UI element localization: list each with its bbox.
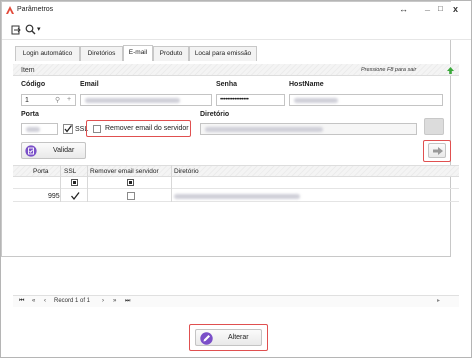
email-label: Email <box>80 81 99 88</box>
tab-login-automatico[interactable]: Login automático <box>15 46 80 61</box>
grid-divider <box>171 165 172 202</box>
hostname-field[interactable] <box>289 94 443 106</box>
next-record-icon[interactable]: › <box>102 298 104 304</box>
row-porta-cell: 995 <box>48 193 60 200</box>
restore-icon[interactable]: ↔ <box>399 4 408 14</box>
senha-label: Senha <box>216 81 238 88</box>
maximize-icon[interactable]: □ <box>438 4 443 13</box>
close-icon[interactable]: x <box>453 4 458 14</box>
prev-record-icon[interactable]: ‹ <box>44 298 46 304</box>
record-indicator: Record 1 of 1 <box>54 298 91 304</box>
col-diretorio-header[interactable]: Diretório <box>174 168 199 175</box>
codigo-label: Código <box>21 81 46 88</box>
tab-diretorios[interactable]: Diretórios <box>80 46 123 61</box>
ssl-filter-indeterminate <box>73 181 76 184</box>
validate-icon <box>25 145 37 157</box>
ssl-check-icon <box>63 124 73 134</box>
email-field[interactable] <box>80 94 212 106</box>
remover-checkbox[interactable] <box>93 125 101 133</box>
arrow-right-icon <box>433 147 443 155</box>
validar-button[interactable]: Validar <box>21 142 86 159</box>
ssl-checkbox[interactable] <box>63 124 73 134</box>
ssl-filter-checkbox[interactable] <box>71 179 78 186</box>
grid-filter-row <box>13 177 459 189</box>
minimize-icon[interactable]: _ <box>425 2 430 12</box>
row-remover-checkbox[interactable] <box>127 192 135 200</box>
first-record-icon[interactable]: ⏮ <box>19 298 24 305</box>
search-small-icon[interactable]: ⚲ <box>55 96 60 104</box>
senha-value: •••••••••••••••• <box>220 96 249 103</box>
codigo-value: 1 <box>25 97 29 104</box>
email-redacted <box>85 98 180 103</box>
add-icon[interactable]: + <box>67 96 71 103</box>
row-diretorio-redacted <box>174 194 300 199</box>
diretorio-field[interactable] <box>200 123 417 135</box>
hostname-redacted <box>294 98 338 103</box>
diretorio-label: Diretório <box>200 111 230 118</box>
app-logo-icon <box>6 6 14 14</box>
search-icon[interactable] <box>25 24 36 35</box>
item-section-title: Item <box>21 67 35 74</box>
grid-divider <box>60 165 61 202</box>
col-ssl-header[interactable]: SSL <box>64 168 76 175</box>
tab-email[interactable]: E-mail <box>123 45 153 61</box>
window-title: Parâmetros <box>17 6 54 13</box>
tab-produto[interactable]: Produto <box>153 46 189 61</box>
next-page-icon[interactable]: » <box>113 298 116 304</box>
collapse-arrow-icon[interactable] <box>446 66 455 75</box>
alterar-button[interactable]: Alterar <box>195 329 262 346</box>
validar-label: Validar <box>53 147 75 154</box>
senha-field[interactable]: •••••••••••••••• <box>216 94 285 106</box>
parametros-window: Parâmetros ↔ _ □ x ▾ Login automático Di… <box>0 0 472 358</box>
edit-icon <box>200 332 213 345</box>
porta-label: Porta <box>21 111 39 118</box>
remover-filter-indeterminate <box>129 181 132 184</box>
codigo-field[interactable]: 1 ⚲ + <box>21 94 76 106</box>
toolbar <box>2 20 471 40</box>
last-record-icon[interactable]: ⏭ <box>125 298 130 305</box>
tab-local-emissao[interactable]: Local para emissão <box>189 46 257 61</box>
porta-redacted <box>26 127 40 132</box>
diretorio-redacted <box>205 127 323 132</box>
browse-directory-button[interactable] <box>424 118 444 135</box>
row-diretorio-cell <box>174 192 304 200</box>
row-ssl-check-icon[interactable] <box>70 191 80 201</box>
col-porta-header[interactable]: Porta <box>33 168 49 175</box>
search-dropdown-icon[interactable]: ▾ <box>37 25 41 33</box>
exit-icon[interactable] <box>11 25 21 35</box>
porta-field[interactable] <box>21 123 58 135</box>
exit-hint: Pressione F8 para sair <box>361 67 417 73</box>
add-to-grid-button[interactable] <box>428 143 446 158</box>
prev-page-icon[interactable]: « <box>32 298 35 304</box>
remover-label: Remover email do servidor <box>105 125 189 132</box>
alterar-label: Alterar <box>228 334 249 341</box>
grid-header-row <box>13 165 459 177</box>
scroll-right-icon[interactable]: ▸ <box>437 297 440 304</box>
hostname-label: HostName <box>289 81 324 88</box>
grid-divider <box>87 165 88 202</box>
remover-filter-checkbox[interactable] <box>127 179 134 186</box>
col-remover-header[interactable]: Remover email servidor <box>90 168 159 175</box>
